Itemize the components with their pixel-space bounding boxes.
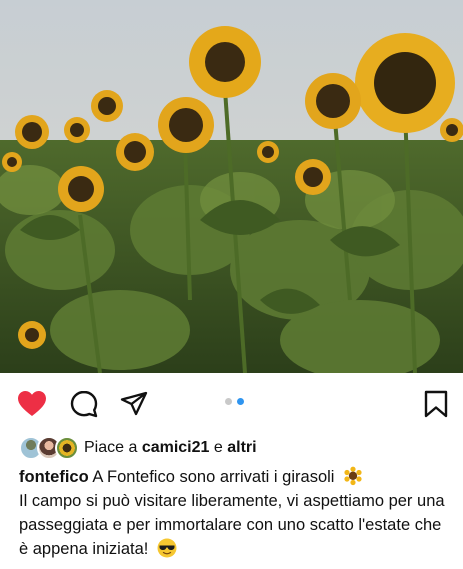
carousel-dot[interactable]	[225, 398, 232, 405]
post-image[interactable]	[0, 0, 463, 373]
heart-filled-icon[interactable]	[17, 389, 47, 419]
post-caption: fontefico A Fontefico sono arrivati i gi…	[19, 465, 455, 561]
sunglasses-emoji	[157, 538, 177, 558]
paper-plane-icon[interactable]	[119, 389, 149, 419]
carousel-indicator	[225, 398, 244, 405]
caption-line1: A Fontefico sono arrivati i girasoli	[88, 468, 340, 486]
carousel-dot-active[interactable]	[237, 398, 244, 405]
sunflower-emoji	[343, 466, 363, 486]
avatar	[55, 436, 79, 460]
comment-bubble-icon[interactable]	[69, 389, 99, 419]
likes-prefix: Piace a	[84, 439, 142, 456]
caption-body: Il campo si può visitare liberamente, vi…	[19, 492, 445, 558]
caption-username[interactable]: fontefico	[19, 468, 89, 486]
likes-others[interactable]: altri	[227, 439, 256, 456]
liker-username[interactable]: camici21	[142, 439, 210, 456]
likes-connector: e	[209, 439, 228, 456]
bookmark-icon[interactable]	[421, 389, 451, 419]
post-actions-bar	[0, 373, 463, 433]
likes-row[interactable]: Piace a camici21 e altri	[19, 433, 257, 463]
liker-avatars	[19, 436, 79, 460]
likes-text: Piace a camici21 e altri	[84, 439, 257, 457]
